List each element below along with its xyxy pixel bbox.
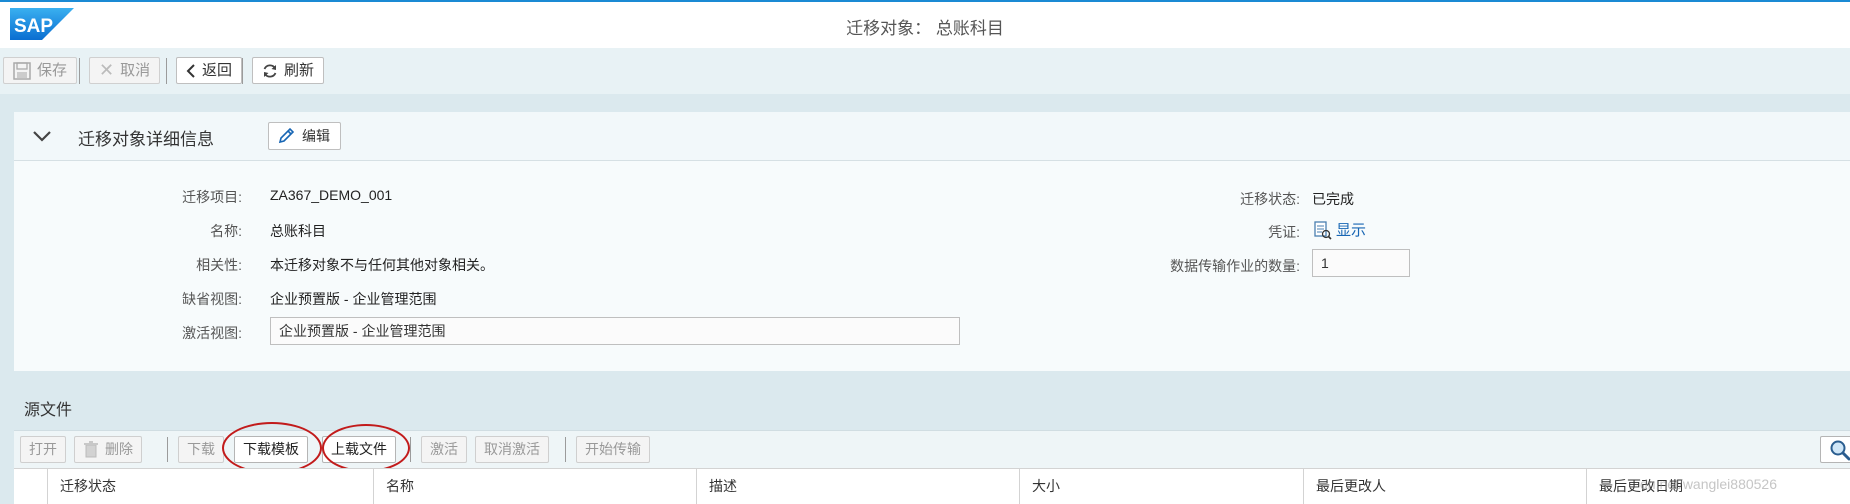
column-header-size[interactable]: 大小 [1019, 469, 1303, 504]
migration-project-value: ZA367_DEMO_001 [270, 187, 393, 203]
pencil-icon [278, 127, 295, 144]
back-label: 返回 [202, 62, 233, 79]
watermark: dn.net/wanglei880526 [1640, 476, 1778, 492]
save-button[interactable]: 保存 [3, 57, 78, 84]
migration-project-label: 迁移项目: [182, 189, 242, 205]
page-title: 迁移对象： 总账科目 [846, 19, 1004, 38]
migration-status-value: 已完成 [1312, 191, 1354, 207]
refresh-icon [263, 63, 277, 78]
active-view-field[interactable]: 企业预置版 - 企业管理范围 [270, 317, 960, 345]
column-header-last-changed-by[interactable]: 最后更改人 [1303, 469, 1586, 504]
column-header-name[interactable]: 名称 [373, 469, 696, 504]
name-value: 总账科目 [270, 223, 326, 239]
cancel-label: 取消 [120, 62, 151, 79]
main-toolbar: 保存 ✕ 取消 返回 刷新 [0, 48, 1850, 94]
shell-bar: SAP 迁移对象： 总账科目 [0, 0, 1850, 50]
default-view-label: 缺省视图: [182, 291, 242, 307]
search-icon [1830, 440, 1850, 461]
column-header-migration-status[interactable]: 迁移状态 [47, 469, 373, 504]
close-icon: ✕ [99, 60, 115, 80]
document-display-link[interactable]: 显示 [1312, 219, 1366, 240]
chevron-left-icon [186, 63, 195, 78]
edit-label: 编辑 [302, 128, 330, 144]
dependency-value: 本迁移对象不与任何其他对象相关。 [270, 257, 494, 273]
default-view-value: 企业预置版 - 企业管理范围 [270, 291, 437, 307]
details-panel-title: 迁移对象详细信息 [78, 130, 214, 149]
activate-button[interactable]: 激活 [421, 436, 467, 463]
save-label: 保存 [37, 62, 68, 79]
refresh-label: 刷新 [284, 62, 315, 79]
trash-icon [84, 441, 98, 458]
details-panel-header: 迁移对象详细信息 编辑 [14, 112, 1850, 161]
transfer-jobs-label: 数据传输作业的数量: [1170, 258, 1300, 274]
refresh-button[interactable]: 刷新 [252, 57, 325, 84]
document-icon [1314, 220, 1332, 240]
display-link-label: 显示 [1336, 222, 1367, 239]
cancel-button[interactable]: ✕ 取消 [89, 57, 161, 84]
source-files-title: 源文件 [24, 402, 73, 419]
download-button[interactable]: 下载 [178, 436, 224, 463]
delete-label: 删除 [105, 441, 133, 457]
deactivate-button[interactable]: 取消激活 [475, 436, 549, 463]
save-icon [13, 61, 31, 80]
details-panel-body: 迁移项目: ZA367_DEMO_001 名称: 总账科目 相关性: 本迁移对象… [14, 161, 1850, 371]
start-transfer-button[interactable]: 开始传输 [576, 436, 650, 463]
active-view-label: 激活视图: [182, 325, 242, 341]
open-button[interactable]: 打开 [20, 436, 66, 463]
name-label: 名称: [210, 223, 242, 239]
document-label: 凭证: [1268, 224, 1300, 240]
highlight-ring-upload-file [322, 424, 410, 472]
highlight-ring-download-template [222, 422, 322, 474]
column-header-description[interactable]: 描述 [696, 469, 1019, 504]
chevron-down-icon[interactable] [32, 127, 52, 145]
delete-button[interactable]: 删除 [74, 436, 142, 463]
source-files-table-header: 迁移状态 名称 描述 大小 最后更改人 最后更改日期 [14, 468, 1850, 504]
back-button[interactable]: 返回 [176, 57, 243, 84]
edit-button[interactable]: 编辑 [268, 122, 341, 150]
search-button[interactable] [1820, 436, 1850, 463]
dependency-label: 相关性: [196, 257, 242, 273]
migration-status-label: 迁移状态: [1240, 191, 1300, 207]
transfer-jobs-field[interactable]: 1 [1312, 249, 1410, 277]
